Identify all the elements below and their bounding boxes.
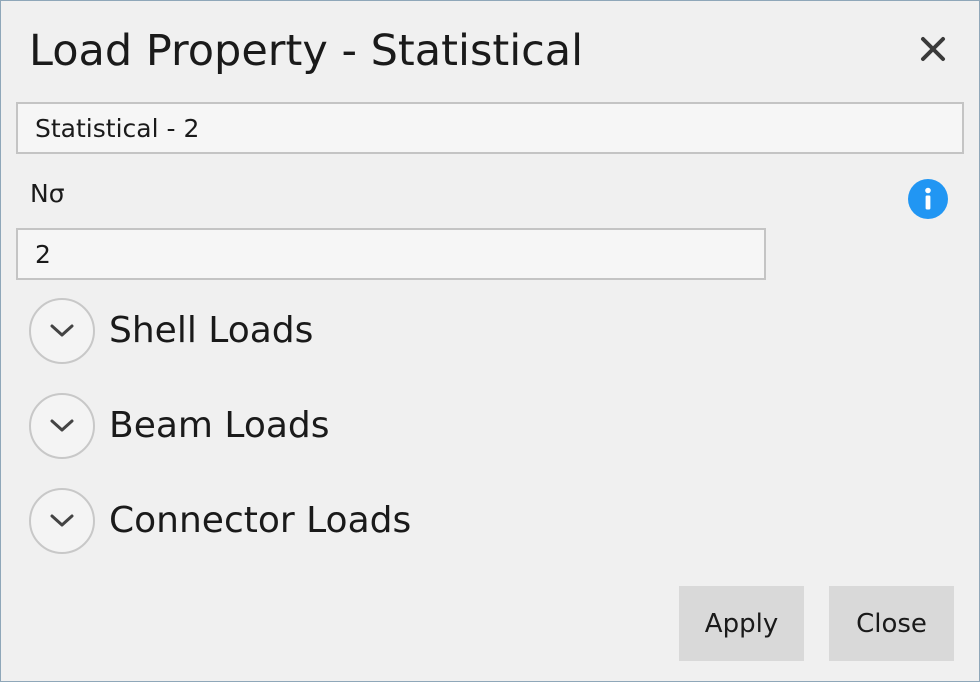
close-icon[interactable] (913, 29, 953, 69)
close-button[interactable]: Close (829, 586, 954, 661)
section-connector-loads[interactable]: Connector Loads (29, 486, 411, 556)
chevron-down-icon[interactable] (29, 488, 95, 554)
section-label: Connector Loads (109, 500, 412, 541)
dialog-title: Load Property - Statistical (29, 26, 584, 76)
property-name-input[interactable] (16, 102, 964, 154)
chevron-down-icon[interactable] (29, 298, 95, 364)
apply-button[interactable]: Apply (679, 586, 804, 661)
section-beam-loads[interactable]: Beam Loads (29, 391, 330, 461)
nsigma-label: Nσ (30, 179, 65, 208)
load-property-dialog: Load Property - Statistical Nσ Shell Loa… (0, 0, 980, 682)
nsigma-input[interactable] (16, 228, 766, 280)
info-icon[interactable] (907, 178, 949, 220)
chevron-down-icon[interactable] (29, 393, 95, 459)
section-label: Beam Loads (109, 405, 330, 446)
section-shell-loads[interactable]: Shell Loads (29, 296, 313, 366)
section-label: Shell Loads (109, 310, 314, 351)
